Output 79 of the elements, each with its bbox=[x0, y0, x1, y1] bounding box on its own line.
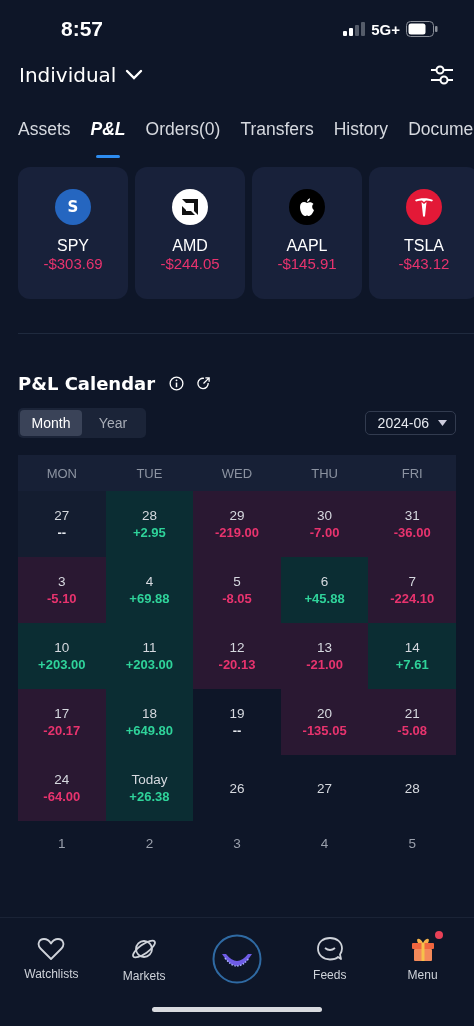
ticker-symbol: AAPL bbox=[286, 237, 328, 255]
filter-icon[interactable] bbox=[430, 64, 454, 86]
calendar-day[interactable]: 28 +2.95 bbox=[105, 491, 194, 557]
calendar-day[interactable]: 11 +203.00 bbox=[105, 623, 194, 689]
calendar-day[interactable]: 31 -36.00 bbox=[368, 491, 456, 557]
gift-icon bbox=[409, 936, 436, 962]
next-month-day: 3 bbox=[193, 821, 281, 865]
calendar-day[interactable]: 4 +69.88 bbox=[105, 557, 194, 623]
period-tab[interactable]: Month bbox=[20, 410, 82, 436]
tab[interactable]: Docume bbox=[398, 112, 474, 158]
weekday-header: TUE bbox=[105, 455, 194, 491]
chevron-down-icon bbox=[125, 69, 144, 81]
arrow-logo-icon bbox=[172, 189, 208, 225]
calendar-day[interactable]: 27 -- bbox=[18, 491, 106, 557]
account-dropdown[interactable]: Individual bbox=[19, 63, 144, 87]
calendar-day[interactable]: 27 bbox=[280, 755, 369, 821]
holding-card[interactable]: TSLA -$43.12 bbox=[369, 167, 474, 299]
calendar-day[interactable]: 10 +203.00 bbox=[18, 623, 106, 689]
holding-card[interactable]: AMD -$244.05 bbox=[135, 167, 245, 299]
weekday-header: MON bbox=[18, 455, 106, 491]
month-dropdown[interactable]: 2024-06 bbox=[364, 411, 456, 435]
calendar-day[interactable]: 26 bbox=[193, 755, 281, 821]
weekday-header: WED bbox=[193, 455, 281, 491]
ticker-symbol: TSLA bbox=[404, 237, 444, 255]
chat-icon bbox=[315, 936, 344, 962]
calendar-day[interactable]: 20 -135.05 bbox=[280, 689, 369, 755]
apple-icon bbox=[289, 189, 325, 225]
holding-card[interactable]: S SPY -$303.69 bbox=[18, 167, 128, 299]
pnl-amount: -$43.12 bbox=[398, 255, 450, 272]
tab[interactable]: Assets bbox=[8, 112, 81, 158]
calendar-day[interactable]: 28 bbox=[368, 755, 456, 821]
tab[interactable]: Orders(0) bbox=[135, 112, 231, 158]
nav-item[interactable]: Markets bbox=[99, 927, 190, 983]
weekday-header: THU bbox=[280, 455, 369, 491]
calendar-day[interactable]: 29 -219.00 bbox=[193, 491, 281, 557]
tab[interactable]: History bbox=[323, 112, 399, 158]
calendar-day[interactable]: Today +26.38 bbox=[105, 755, 194, 821]
heart-icon bbox=[37, 937, 66, 961]
nav-item[interactable]: Menu bbox=[377, 928, 468, 982]
ticker-symbol: AMD bbox=[172, 237, 208, 255]
nav-item[interactable]: Feeds bbox=[284, 928, 375, 982]
letter-logo: S bbox=[55, 189, 91, 225]
calendar-day[interactable]: 5 -8.05 bbox=[193, 557, 281, 623]
calendar-day[interactable]: 24 -64.00 bbox=[18, 755, 106, 821]
calendar-day[interactable]: 21 -5.08 bbox=[368, 689, 456, 755]
next-month-day: 5 bbox=[368, 821, 456, 865]
holding-card[interactable]: AAPL -$145.91 bbox=[252, 167, 362, 299]
calendar-day[interactable]: 17 -20.17 bbox=[18, 689, 106, 755]
pnl-amount: -$244.05 bbox=[160, 255, 220, 272]
calendar-day[interactable]: 7 -224.10 bbox=[368, 557, 456, 623]
nav-item[interactable]: Watchlists bbox=[6, 929, 97, 981]
status-time: 8:57 bbox=[61, 17, 104, 41]
period-tab[interactable]: Year bbox=[82, 410, 144, 436]
share-icon[interactable] bbox=[196, 375, 212, 391]
calendar-day[interactable]: 3 -5.10 bbox=[18, 557, 106, 623]
calendar-day[interactable]: 18 +649.80 bbox=[105, 689, 194, 755]
pnl-amount: -$303.69 bbox=[43, 255, 103, 272]
calendar-day[interactable]: 13 -21.00 bbox=[280, 623, 369, 689]
caret-icon bbox=[438, 420, 447, 426]
battery-icon bbox=[406, 21, 438, 37]
assistant-icon[interactable] bbox=[212, 934, 262, 984]
ticker-symbol: SPY bbox=[57, 237, 89, 255]
pnl-amount: -$145.91 bbox=[277, 255, 337, 272]
weekday-header: FRI bbox=[368, 455, 456, 491]
tab[interactable]: Transfers bbox=[230, 112, 324, 158]
next-month-day: 4 bbox=[280, 821, 369, 865]
tab[interactable]: P&L bbox=[80, 112, 136, 158]
calendar-day[interactable]: 19 -- bbox=[193, 689, 281, 755]
network-label: 5G+ bbox=[371, 20, 400, 38]
t-logo-icon bbox=[406, 189, 442, 225]
calendar-day[interactable]: 14 +7.61 bbox=[368, 623, 456, 689]
info-icon[interactable] bbox=[169, 375, 185, 391]
calendar-day[interactable]: 12 -20.13 bbox=[193, 623, 281, 689]
signal-icon bbox=[343, 22, 366, 36]
next-month-day: 1 bbox=[18, 821, 106, 865]
next-month-day: 2 bbox=[105, 821, 194, 865]
calendar-day[interactable]: 6 +45.88 bbox=[280, 557, 369, 623]
calendar-day[interactable]: 30 -7.00 bbox=[280, 491, 369, 557]
calendar-title: P&L Calendar bbox=[18, 372, 156, 394]
